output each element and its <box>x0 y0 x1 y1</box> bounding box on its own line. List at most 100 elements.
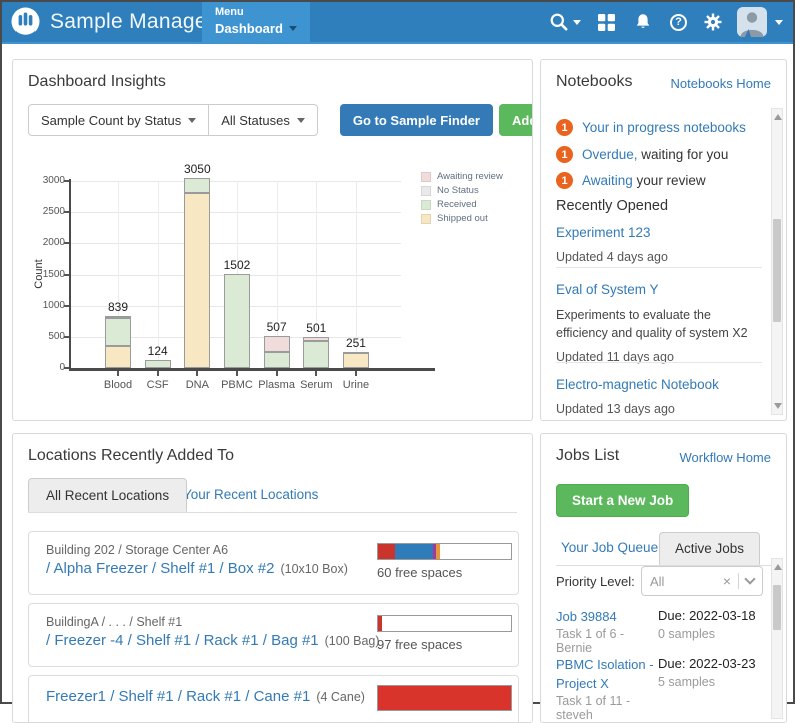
capacity-bar <box>377 615 512 632</box>
location-type: (4 Cane) <box>316 690 365 704</box>
legend-swatch <box>421 214 431 224</box>
legend-item: Awaiting review <box>421 171 503 182</box>
add-samples-button[interactable]: Add Samples <box>499 104 533 136</box>
chevron-down-icon <box>188 118 196 123</box>
scrollbar-thumb[interactable] <box>773 585 781 630</box>
location-link[interactable]: Freezer1 / Shelf #1 / Rack #1 / Cane #1(… <box>46 688 365 705</box>
alert-link[interactable]: Awaiting <box>582 173 633 188</box>
tab-all-recent-locations[interactable]: All Recent Locations <box>28 478 187 512</box>
x-tick-label: Urine <box>326 379 386 391</box>
apps-grid-icon[interactable] <box>598 14 615 31</box>
bar-value-label: 3050 <box>167 162 227 176</box>
legend-label: Shipped out <box>437 213 488 224</box>
scroll-up-icon[interactable] <box>774 114 782 120</box>
notebook-alert-row[interactable]: 1 Overdue, waiting for you <box>556 146 728 163</box>
location-link[interactable]: / Freezer -4 / Shelf #1 / Rack #1 / Bag … <box>46 632 380 649</box>
tab-your-recent-locations[interactable]: Your Recent Locations <box>183 487 318 502</box>
y-tick-label: 3000 <box>27 175 65 186</box>
scrollbar-thumb[interactable] <box>773 219 781 322</box>
recently-opened-heading: Recently Opened <box>556 198 668 214</box>
bar-value-label: 1502 <box>207 258 267 272</box>
help-glyph: ? <box>675 16 682 28</box>
notebook-link[interactable]: Electro-magnetic Notebook <box>556 377 719 392</box>
y-tick-label: 2000 <box>27 237 65 248</box>
tab-active-jobs[interactable]: Active Jobs <box>659 532 760 565</box>
location-link[interactable]: / Alpha Freezer / Shelf #1 / Box #2(10x1… <box>46 560 348 577</box>
legend-label: Awaiting review <box>437 171 503 182</box>
notifications-bell-icon[interactable] <box>634 13 652 31</box>
notebooks-panel: Notebooks Notebooks Home 1 Your in progr… <box>540 59 787 421</box>
priority-level-select[interactable]: All × <box>641 566 763 596</box>
notebook-alert-row[interactable]: 1 Awaiting your review <box>556 172 706 189</box>
legend-item: No Status <box>421 185 503 196</box>
job-task-info: Task 1 of 6 - Bernie <box>556 627 656 655</box>
bar-segment <box>264 352 290 368</box>
notebook-list-item: Experiment 123 Updated 4 days ago <box>556 224 762 264</box>
priority-level-label: Priority Level: <box>556 574 635 589</box>
bar-value-label: 251 <box>326 336 386 350</box>
notebook-alert-row[interactable]: 1 Your in progress notebooks <box>556 119 746 136</box>
search-icon[interactable] <box>549 12 569 32</box>
scroll-up-icon[interactable] <box>774 564 782 570</box>
job-due-date: Due: 2022-03-18 <box>658 608 756 623</box>
x-tick-mark <box>276 371 278 376</box>
app-logo-icon[interactable] <box>10 6 41 37</box>
notebook-list-item: Electro-magnetic Notebook Updated 13 day… <box>556 376 762 416</box>
notebooks-home-link[interactable]: Notebooks Home <box>671 76 771 91</box>
chart-type-dropdown[interactable]: Sample Count by Status <box>28 104 209 136</box>
notebooks-title: Notebooks <box>556 73 633 91</box>
alert-count-badge: 1 <box>556 172 573 189</box>
job-link[interactable]: PBMC Isolation - Project X <box>556 656 656 694</box>
priority-selected-value: All <box>650 574 723 589</box>
location-card: Building 202 / Storage Center A6 / Alpha… <box>28 531 519 595</box>
x-tick-mark <box>157 371 159 376</box>
settings-gear-icon[interactable] <box>704 13 722 31</box>
jobs-title: Jobs List <box>556 447 619 465</box>
legend-label: Received <box>437 199 477 210</box>
y-tick-label: 1500 <box>27 269 65 280</box>
y-tick-label: 0 <box>27 362 65 373</box>
capacity-bar <box>377 685 512 711</box>
menu-dashboard-dropdown[interactable]: Menu Dashboard <box>202 2 310 42</box>
search-caret-icon[interactable] <box>573 20 581 25</box>
menu-label: Menu <box>215 5 297 20</box>
job-task-info: Task 1 of 11 - steveh <box>556 694 656 722</box>
scroll-down-icon[interactable] <box>774 403 782 409</box>
alert-link[interactable]: Overdue, <box>582 147 638 162</box>
go-to-sample-finder-button[interactable]: Go to Sample Finder <box>340 104 493 136</box>
location-card: Freezer1 / Shelf #1 / Rack #1 / Cane #1(… <box>28 675 519 723</box>
notebook-link[interactable]: Eval of System Y <box>556 282 659 297</box>
notebook-description: Experiments to evaluate the efficiency a… <box>556 306 762 342</box>
user-menu-caret-icon[interactable] <box>775 20 783 25</box>
job-sample-count: 5 samples <box>658 675 715 689</box>
help-icon[interactable]: ? <box>670 14 687 31</box>
start-new-job-button[interactable]: Start a New Job <box>556 484 689 517</box>
y-tick-label: 2500 <box>27 206 65 217</box>
alert-count-badge: 1 <box>556 119 573 136</box>
free-spaces-label: 60 free spaces <box>377 565 462 580</box>
clear-selection-icon[interactable]: × <box>723 573 731 589</box>
bar-segment <box>184 193 210 368</box>
job-sample-count: 0 samples <box>658 627 715 641</box>
status-filter-dropdown[interactable]: All Statuses <box>208 104 318 136</box>
bar-segment <box>145 360 171 368</box>
job-link[interactable]: Job 39884 <box>556 608 656 627</box>
scrollbar[interactable] <box>771 558 783 719</box>
y-axis <box>69 179 71 370</box>
jobs-list-panel: Jobs List Workflow Home Start a New Job … <box>540 433 787 723</box>
y-tick-label: 1000 <box>27 300 65 311</box>
bar-segment <box>105 316 131 318</box>
scrollbar[interactable] <box>771 108 783 415</box>
location-card: BuildingA / . . . / Shelf #1 / Freezer -… <box>28 603 519 667</box>
location-path-prefix: Building 202 / Storage Center A6 <box>46 543 228 557</box>
notebook-link[interactable]: Experiment 123 <box>556 225 651 240</box>
x-tick-mark <box>196 371 198 376</box>
capacity-segment <box>436 544 440 559</box>
alert-link[interactable]: Your in progress notebooks <box>582 120 746 135</box>
tab-your-job-queue[interactable]: Your Job Queue <box>561 540 658 555</box>
user-avatar[interactable] <box>737 7 767 37</box>
workflow-home-link[interactable]: Workflow Home <box>679 450 771 465</box>
capacity-segment <box>378 616 382 631</box>
location-type: (100 Bag) <box>325 634 380 648</box>
divider <box>556 267 762 268</box>
